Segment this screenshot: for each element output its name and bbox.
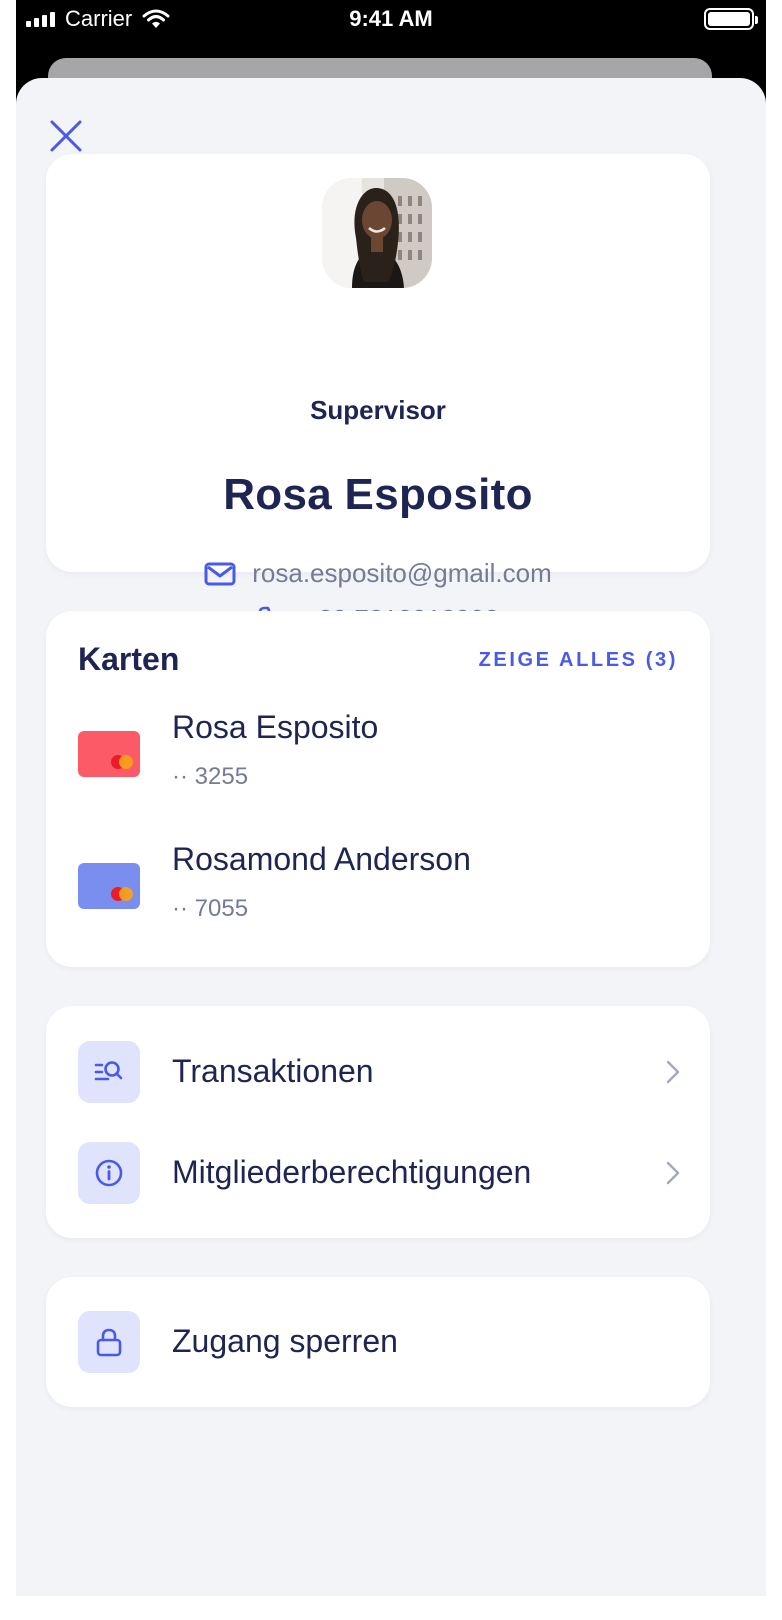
mastercard-icon xyxy=(111,887,133,901)
card-thumbnail xyxy=(78,863,140,909)
card-number: ·· 3255 xyxy=(172,763,249,790)
menu-icon-box xyxy=(78,1041,140,1103)
show-all-link[interactable]: ZEIGE ALLES (3) xyxy=(479,649,678,672)
device-frame: Carrier 9:41 AM Supervisor Rosa Esposito… xyxy=(16,0,766,1596)
email-row[interactable]: rosa.esposito@gmail.com xyxy=(46,558,710,589)
menu-label: Mitgliederberechtigungen xyxy=(172,1154,532,1190)
battery-icon xyxy=(704,8,758,30)
cards-section: Karten ZEIGE ALLES (3) Rosa Esposito ·· … xyxy=(46,611,710,967)
info-icon xyxy=(95,1159,123,1187)
close-button[interactable] xyxy=(46,116,86,156)
avatar xyxy=(322,178,432,288)
close-icon xyxy=(50,120,82,152)
member-role: Supervisor xyxy=(310,395,446,425)
chevron-right-icon xyxy=(666,1060,680,1084)
card-thumbnail xyxy=(78,731,140,777)
menu-icon-box xyxy=(78,1311,140,1373)
card-holder-name: Rosamond Anderson xyxy=(172,841,471,877)
email-text: rosa.esposito@gmail.com xyxy=(252,558,552,588)
lock-icon xyxy=(96,1328,122,1357)
menu-label: Transaktionen xyxy=(172,1053,374,1089)
lock-access-button[interactable]: Zugang sperren xyxy=(78,1311,682,1375)
status-bar: Carrier 9:41 AM xyxy=(16,0,766,40)
lock-label: Zugang sperren xyxy=(172,1323,398,1359)
section-title-cards: Karten xyxy=(78,641,180,677)
member-name: Rosa Esposito xyxy=(223,470,533,519)
menu-item-transactions[interactable]: Transaktionen xyxy=(78,1041,682,1105)
mail-icon xyxy=(204,562,236,585)
menu-item-member-permissions[interactable]: Mitgliederberechtigungen xyxy=(78,1142,682,1206)
actions-menu: Transaktionen Mitgliederberechtigungen xyxy=(46,1006,710,1238)
chevron-right-icon xyxy=(666,1161,680,1185)
card-item[interactable]: Rosamond Anderson ·· 7055 xyxy=(78,841,678,937)
mastercard-icon xyxy=(111,755,133,769)
menu-icon-box xyxy=(78,1142,140,1204)
lock-access-section: Zugang sperren xyxy=(46,1277,710,1407)
card-item[interactable]: Rosa Esposito ·· 3255 xyxy=(78,709,678,805)
status-time: 9:41 AM xyxy=(349,6,433,31)
card-holder-name: Rosa Esposito xyxy=(172,709,379,745)
card-number: ·· 7055 xyxy=(172,895,249,922)
search-list-icon xyxy=(94,1061,123,1081)
